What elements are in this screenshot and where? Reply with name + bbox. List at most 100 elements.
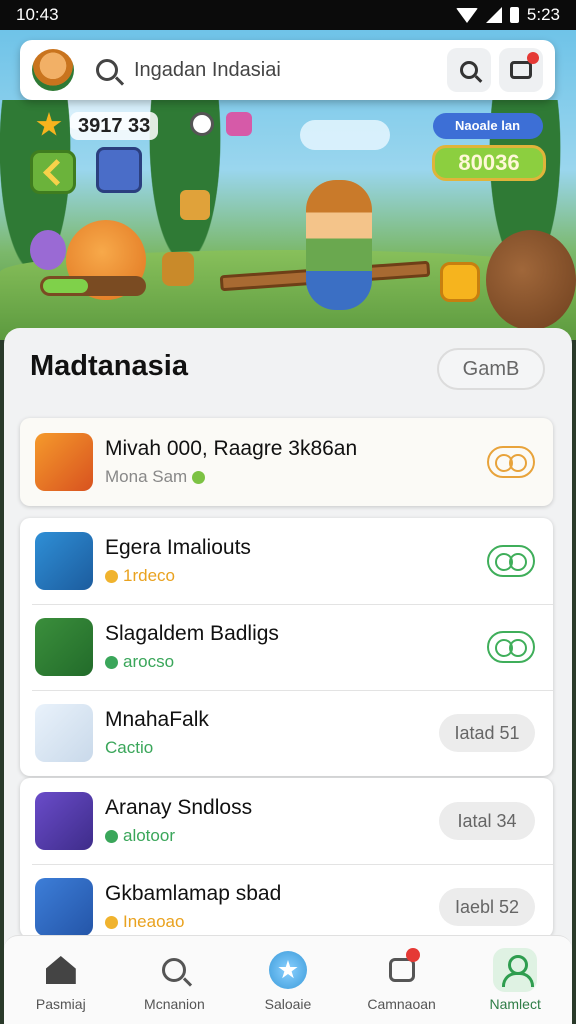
row-title: Gkbamlamap sbad [105,882,282,905]
progress-bar [40,276,146,296]
home-icon [39,948,83,992]
signal-icon [485,7,502,23]
game-thumbnail [35,878,93,936]
action-pill-button[interactable]: Iatal 34 [439,802,535,840]
status-icon [105,569,118,583]
status-icon [105,655,118,669]
link-action-button[interactable] [487,631,535,663]
gear-icon[interactable] [190,112,214,136]
game-button[interactable]: GamB [437,348,545,390]
nav-item-camera[interactable]: Camnaoan [352,948,452,1012]
chat-icon [510,61,532,79]
game-list: Egera Imaliouts 1rdeco Slagaldem Badligs ar… [20,518,553,776]
row-subtitle-text: arocso [123,652,175,671]
list-item[interactable]: Egera Imaliouts 1rdeco [20,518,553,604]
row-subtitle: arocso [105,652,487,672]
action-pill-button[interactable]: Iatad 51 [439,714,535,752]
featured-card[interactable]: Mivah 000, Raagre 3k86an Mona Sam [20,418,553,506]
row-subtitle-text: 1rdeco [123,566,175,585]
battery-icon [509,7,519,23]
game-thumbnail [35,618,93,676]
status-icon [105,829,118,843]
row-subtitle-text: Cactio [105,738,154,757]
heart-gem-icon [226,112,252,136]
cloud-decoration [300,120,390,150]
status-bar: 10:43 5:23 [0,0,576,30]
wifi-icon [455,7,478,23]
game-thumbnail [35,704,93,762]
lock-item [162,252,194,286]
star-icon [266,948,310,992]
row-text: MnahaFalk Cactio [105,708,439,758]
page-title: Madtanasia [30,350,188,382]
row-title: Slagaldem Badligs [105,622,279,645]
row-subtitle: alotoor [105,826,439,846]
row-title: Mivah 000, Raagre 3k86an [105,437,358,460]
list-item[interactable]: Gkbamlamap sbad Ineaoao Iaebl 52 [20,864,553,938]
back-button[interactable] [30,150,76,194]
status-time: 10:43 [16,5,59,24]
treasure-item [180,190,210,220]
nav-item-star[interactable]: Saloaie [238,948,338,1012]
explorer-character [306,180,372,310]
status-time-right: 5:23 [526,5,560,24]
row-subtitle-text: Mona Sam [105,467,188,486]
profile-icon [493,948,538,992]
nav-item-home[interactable]: Pasmiaj [11,948,111,1012]
profile-pill[interactable]: Naoale lan [433,113,543,139]
nav-item-profile[interactable]: Namlect [465,948,565,1012]
nav-label: Camnaoan [367,996,436,1012]
avatar[interactable] [32,49,74,91]
nav-item-search[interactable]: Mcnanion [124,948,224,1012]
row-subtitle: 1rdeco [105,566,487,586]
link-action-button[interactable] [487,545,535,577]
bottom-navigation: Pasmiaj Mcnanion Saloaie Camnaoan Namlect [4,935,572,1024]
nav-label: Saloaie [264,996,312,1012]
progress-fill [43,279,88,293]
search-button[interactable] [447,48,491,92]
list-item[interactable]: Aranay Sndloss alotoor Iatal 34 [20,778,553,864]
search-bar: Ingadan Indasiai [20,40,555,100]
row-title: MnahaFalk [105,708,209,731]
row-subtitle-text: alotoor [123,826,175,845]
game-thumbnail [35,433,93,491]
camera-icon [380,948,424,992]
row-title: Aranay Sndloss [105,796,253,819]
search-input[interactable]: Ingadan Indasiai [134,59,439,82]
row-title: Egera Imaliouts [105,536,251,559]
action-pill-button[interactable]: Iaebl 52 [439,888,535,926]
purple-creature [30,230,66,270]
score-display: 3917 33 [70,112,159,140]
nav-label: Namlect [489,996,541,1012]
list-item[interactable]: MnahaFalk Cactio Iatad 51 [20,690,553,776]
row-text: Slagaldem Badligs arocso [105,622,487,672]
nav-label: Pasmiaj [35,996,86,1012]
row-subtitle-text: Ineaoao [123,912,185,931]
list-item[interactable]: Slagaldem Badligs arocso [20,604,553,690]
row-subtitle: Cactio [105,738,439,758]
monkey-character [486,230,576,330]
row-text: Egera Imaliouts 1rdeco [105,536,487,586]
notification-badge [405,948,420,962]
row-text: Aranay Sndloss alotoor [105,796,439,846]
search-icon [460,61,478,79]
link-action-button[interactable] [487,446,535,478]
game-thumbnail [35,792,93,850]
character-tile[interactable] [96,147,142,193]
status-icon [105,915,118,929]
status-icons: 5:23 [455,5,560,25]
search-icon [152,948,196,992]
coin-counter[interactable]: 80036 [432,145,546,181]
row-text: Gkbamlamap sbad Ineaoao [105,882,439,932]
messages-button[interactable] [499,48,543,92]
search-icon [96,59,118,81]
row-subtitle: Mona Sam [105,467,487,487]
row-subtitle: Ineaoao [105,912,439,932]
list-item[interactable]: Mivah 000, Raagre 3k86an Mona Sam [20,418,553,506]
level-badge[interactable] [440,262,480,302]
game-list: Aranay Sndloss alotoor Iatal 34 Gkbamlamap … [20,778,553,938]
row-text: Mivah 000, Raagre 3k86an Mona Sam [105,437,487,487]
notification-badge [527,52,539,64]
nav-label: Mcnanion [144,996,205,1012]
leaf-icon [192,470,206,484]
